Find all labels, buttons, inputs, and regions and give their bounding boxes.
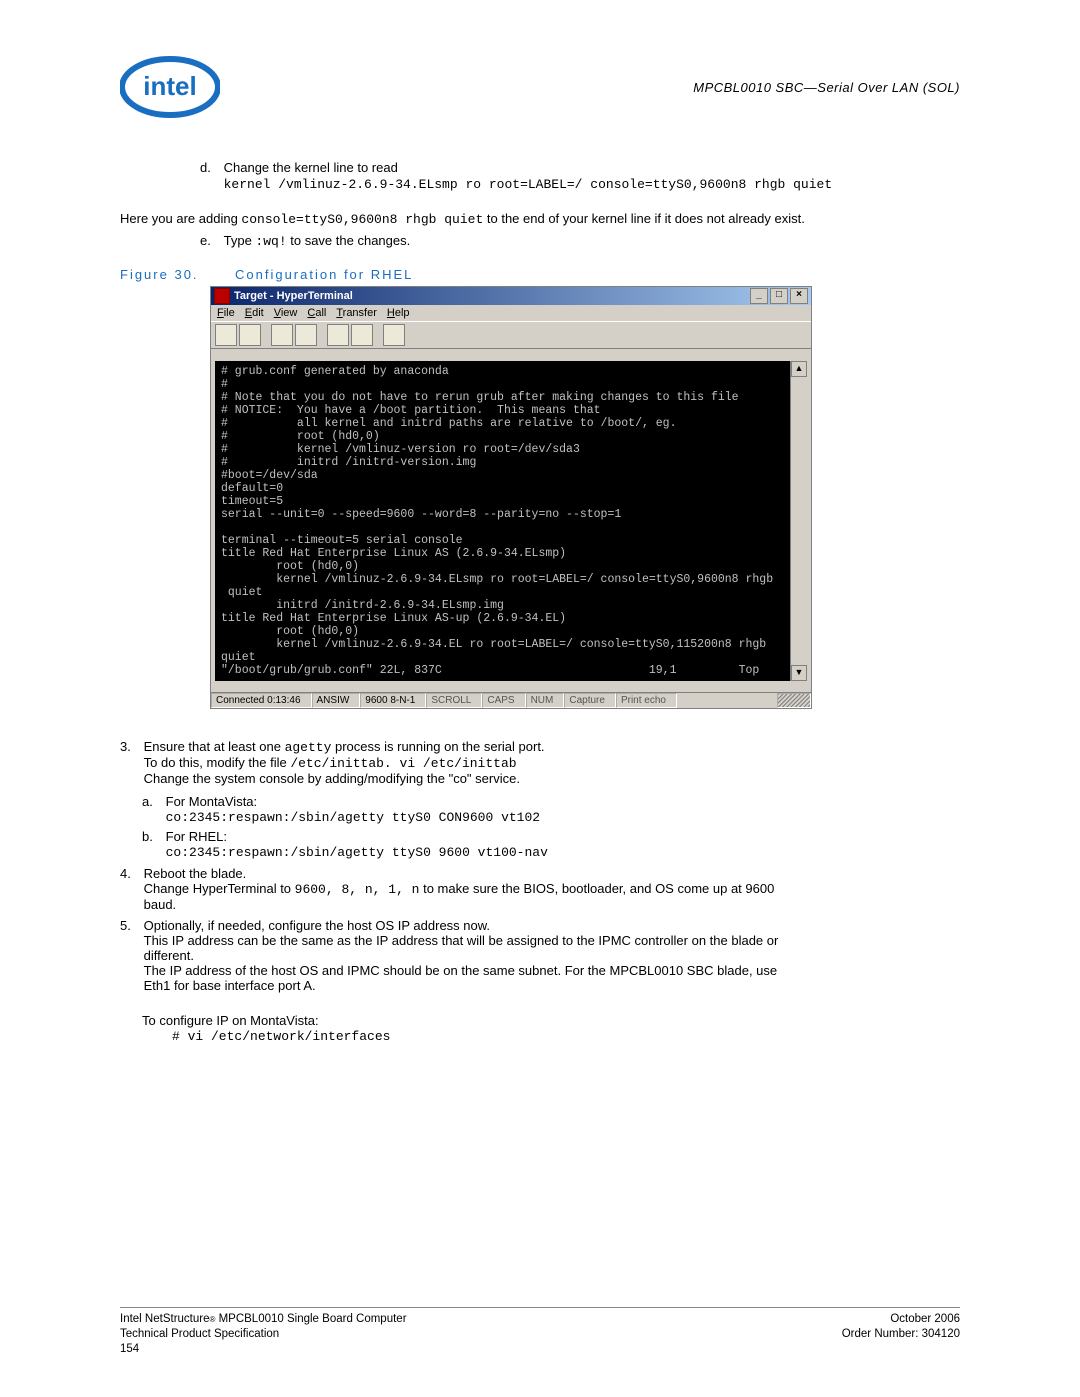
menu-file[interactable]: File — [217, 307, 235, 319]
note-d-prefix: Here you are adding — [120, 211, 241, 226]
menu-call[interactable]: Call — [307, 307, 326, 319]
minimize-button[interactable]: _ — [750, 288, 768, 304]
step3a-label: a. — [142, 794, 162, 809]
hyperterminal-window: Target - HyperTerminal _ □ × File Edit V… — [210, 286, 812, 709]
status-capture: Capture — [564, 693, 616, 708]
scroll-down-icon[interactable]: ▼ — [791, 665, 807, 681]
status-scroll: SCROLL — [426, 693, 482, 708]
menu-edit[interactable]: Edit — [245, 307, 264, 319]
toolbar — [211, 321, 811, 349]
status-emulation: ANSIW — [312, 693, 361, 708]
scrollbar[interactable]: ▲ ▼ — [790, 361, 807, 681]
step-d-code: kernel /vmlinuz-2.6.9-34.ELsmp ro root=L… — [224, 177, 884, 192]
terminal-output[interactable]: # grub.conf generated by anaconda # # No… — [215, 361, 785, 681]
step-e-body: Type :wq! to save the changes. — [224, 233, 884, 249]
status-bar: Connected 0:13:46 ANSIW 9600 8-N-1 SCROL… — [211, 692, 811, 708]
configure-ip-code: # vi /etc/network/interfaces — [172, 1029, 390, 1044]
disconnect-icon[interactable] — [295, 324, 317, 346]
maximize-button[interactable]: □ — [770, 288, 788, 304]
note-d-suffix: to the end of your kernel line if it doe… — [483, 211, 805, 226]
header-section: MPCBL0010 SBC—Serial Over LAN (SOL) — [693, 80, 960, 95]
window-title: Target - HyperTerminal — [234, 290, 353, 302]
new-icon[interactable] — [215, 324, 237, 346]
note-d-code: console=ttyS0,9600n8 rhgb quiet — [241, 212, 483, 227]
status-settings: 9600 8-N-1 — [360, 693, 426, 708]
status-printecho: Print echo — [616, 693, 677, 708]
content: d. Change the kernel line to read kernel… — [200, 160, 900, 1044]
step3b-label: b. — [142, 829, 162, 844]
status-num: NUM — [526, 693, 565, 708]
menu-view[interactable]: View — [274, 307, 298, 319]
window-titlebar[interactable]: Target - HyperTerminal _ □ × — [211, 287, 811, 305]
open-icon[interactable] — [239, 324, 261, 346]
menu-transfer[interactable]: Transfer — [336, 307, 377, 319]
properties-icon[interactable] — [383, 324, 405, 346]
send-icon[interactable] — [327, 324, 349, 346]
menu-bar[interactable]: File Edit View Call Transfer Help — [211, 305, 811, 321]
page: intel MPCBL0010 SBC—Serial Over LAN (SOL… — [0, 0, 1080, 1397]
footer: Intel NetStructure® MPCBL0010 Single Boa… — [120, 1307, 960, 1357]
app-icon — [214, 288, 230, 304]
figure-caption: Figure 30.Configuration for RHEL — [120, 267, 900, 282]
menu-help[interactable]: Help — [387, 307, 410, 319]
status-caps: CAPS — [482, 693, 525, 708]
intel-logo: intel — [120, 55, 220, 123]
step-d-text: Change the kernel line to read — [224, 160, 884, 175]
scroll-up-icon[interactable]: ▲ — [791, 361, 807, 377]
status-connected: Connected 0:13:46 — [211, 693, 312, 708]
close-button[interactable]: × — [790, 288, 808, 304]
svg-text:intel: intel — [143, 71, 196, 101]
step5-label: 5. — [120, 918, 140, 933]
receive-icon[interactable] — [351, 324, 373, 346]
step-e-label: e. — [200, 233, 220, 248]
step3-label: 3. — [120, 739, 140, 754]
configure-ip-text: To configure IP on MontaVista: — [142, 1013, 319, 1028]
resize-grip-icon[interactable] — [777, 693, 811, 708]
connect-icon[interactable] — [271, 324, 293, 346]
step4-label: 4. — [120, 866, 140, 881]
step-d-label: d. — [200, 160, 220, 175]
